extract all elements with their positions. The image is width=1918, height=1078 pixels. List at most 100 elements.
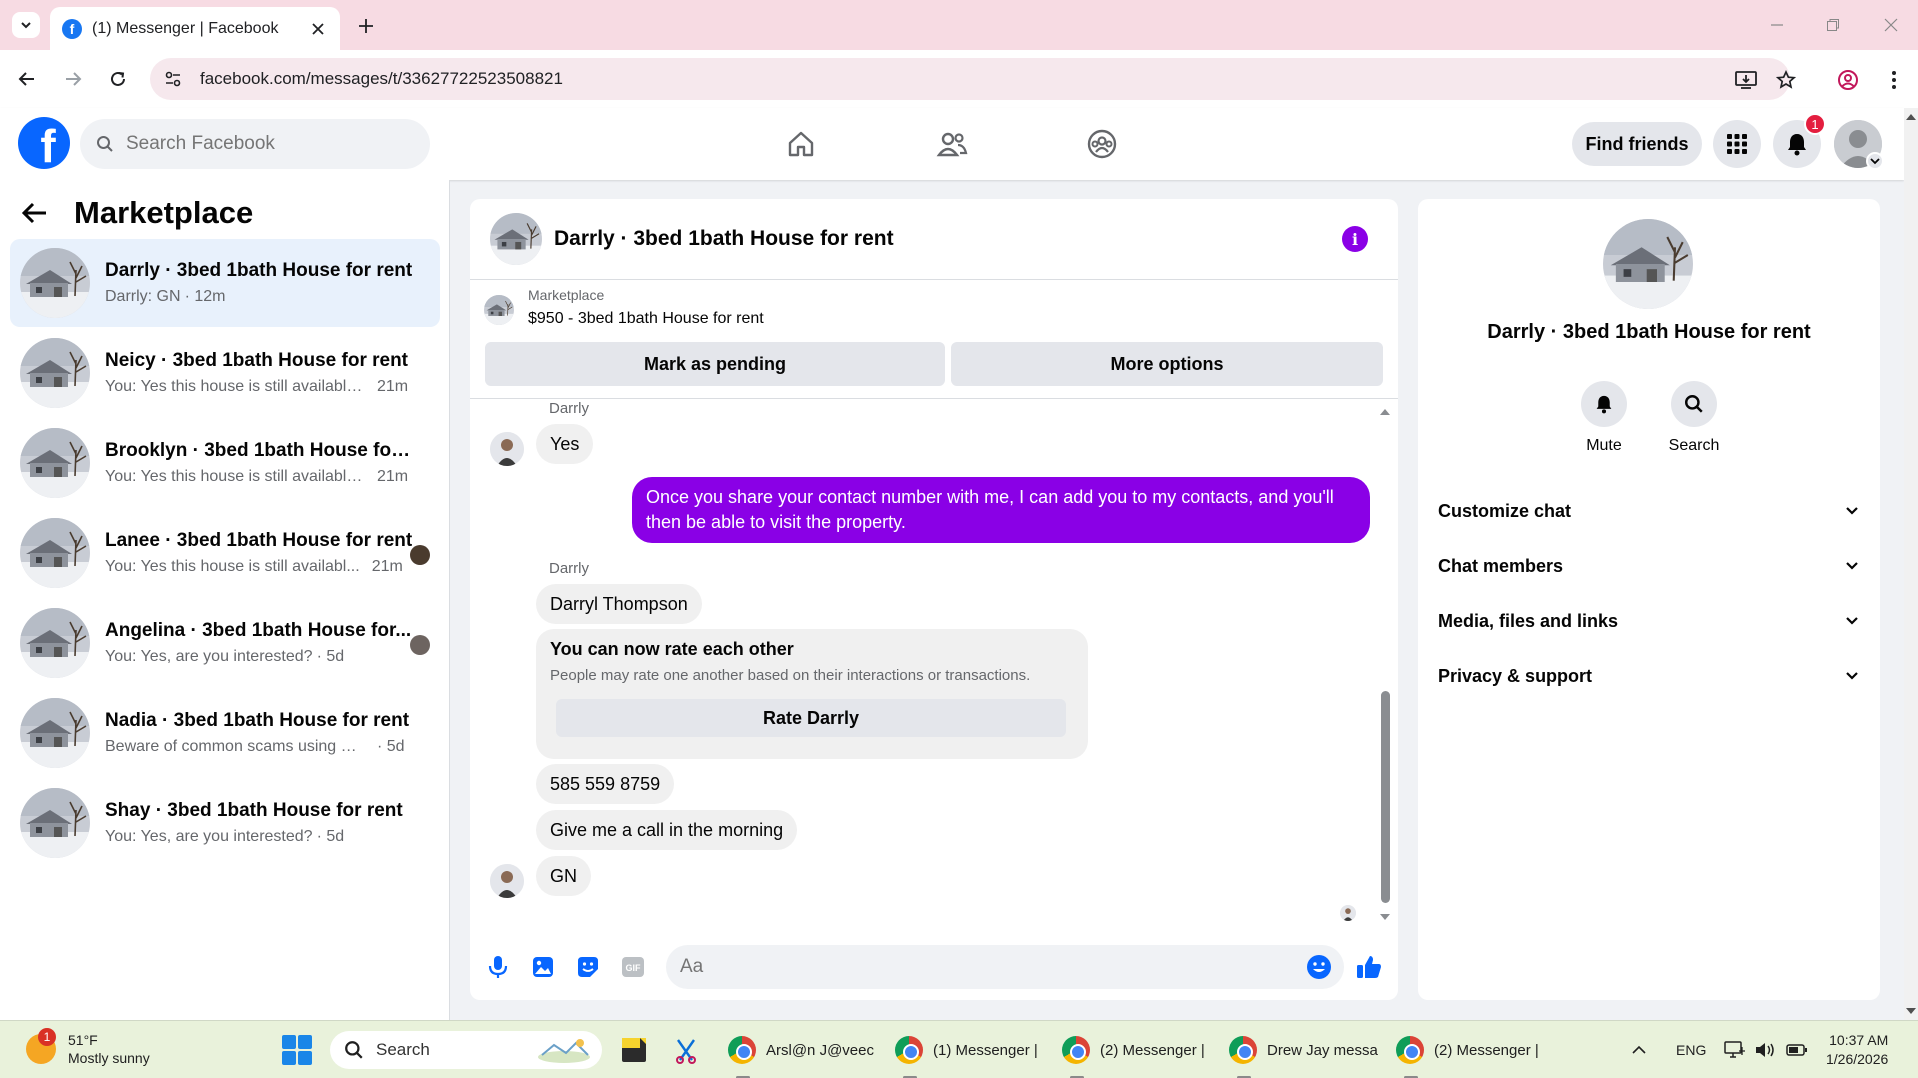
chat-listing-thumbnail[interactable] [490, 213, 542, 265]
search-input[interactable] [126, 133, 406, 155]
bookmark-star-icon[interactable] [1772, 66, 1800, 94]
url-text[interactable]: facebook.com/messages/t/3362772252350882… [200, 69, 563, 89]
weather-widget[interactable]: 1 51°F Mostly sunny [26, 1028, 150, 1067]
svg-text:GIF: GIF [626, 963, 642, 973]
listing-banner[interactable]: Marketplace $950 - 3bed 1bath House for … [484, 287, 764, 328]
search-action[interactable]: Search [1659, 381, 1729, 455]
read-receipt-avatar [410, 545, 430, 565]
conversation-preview: You: Yes, are you interested? [105, 828, 313, 845]
conversation-item[interactable]: Neicy · 3bed 1bath House for rent You: Y… [10, 329, 440, 417]
rate-darrly-button[interactable]: Rate Darrly [556, 699, 1066, 737]
find-friends-button[interactable]: Find friends [1572, 122, 1702, 166]
section-label: Privacy & support [1438, 665, 1593, 686]
install-app-icon[interactable] [1732, 66, 1760, 94]
message-input-box[interactable] [666, 945, 1344, 989]
back-button[interactable] [12, 64, 42, 94]
reload-button[interactable] [103, 64, 133, 94]
scroll-up-icon[interactable] [1378, 407, 1392, 417]
search-icon[interactable] [1671, 381, 1717, 427]
message-input[interactable] [680, 956, 1280, 978]
message-bubble[interactable]: 585 559 8759 [536, 764, 675, 804]
scroll-up-icon[interactable] [1904, 112, 1918, 122]
taskbar-app-chrome[interactable]: (2) Messenger | [1396, 1031, 1539, 1078]
tab-close-icon[interactable] [308, 19, 328, 39]
conversation-preview: Beware of common scams using pay... [105, 738, 365, 755]
info-icon[interactable]: i [1342, 226, 1368, 252]
like-thumbs-up-icon[interactable] [1354, 952, 1384, 982]
microphone-icon[interactable] [483, 952, 513, 982]
snipping-tool-icon[interactable] [672, 1031, 700, 1069]
restore-button[interactable] [1818, 12, 1848, 38]
mute-label: Mute [1586, 437, 1622, 454]
my-message-bubble[interactable]: Once you share your contact number with … [632, 477, 1370, 543]
facebook-logo-icon[interactable]: f [18, 117, 70, 169]
privacy-support-section[interactable]: Privacy & support [1438, 654, 1858, 698]
system-clock[interactable]: 10:37 AM 1/26/2026 [1826, 1031, 1888, 1069]
profile-icon[interactable] [1834, 66, 1862, 94]
taskbar-app-chrome[interactable]: Arsl@n J@veec [728, 1031, 874, 1078]
volume-icon[interactable] [1754, 1021, 1776, 1078]
media-files-links-section[interactable]: Media, files and links [1438, 599, 1858, 643]
conversation-time: · 5d [377, 738, 405, 755]
sticker-icon[interactable] [573, 952, 603, 982]
taskbar-app-chrome[interactable]: Drew Jay messa [1229, 1031, 1378, 1078]
chat-scroll-thumb[interactable] [1381, 691, 1390, 903]
gif-icon[interactable]: GIF [618, 952, 648, 982]
mark-as-pending-button[interactable]: Mark as pending [485, 342, 945, 386]
sticky-notes-icon[interactable] [620, 1031, 648, 1069]
message-bubble[interactable]: Yes [536, 424, 594, 464]
message-bubble[interactable]: Darryl Thompson [536, 584, 702, 624]
facebook-header: f Find friends 1 [0, 108, 1904, 180]
new-tab-button[interactable] [352, 13, 380, 39]
site-info-icon[interactable] [164, 70, 182, 88]
conversation-item[interactable]: Lanee · 3bed 1bath House for rent You: Y… [10, 509, 440, 597]
conversation-item[interactable]: Angelina · 3bed 1bath House for... You: … [10, 599, 440, 687]
message-bubble[interactable]: Give me a call in the morning [536, 810, 798, 850]
address-bar[interactable]: facebook.com/messages/t/3362772252350882… [150, 58, 1790, 100]
browser-toolbar: facebook.com/messages/t/3362772252350882… [0, 50, 1918, 108]
conversation-preview: You: Yes this house is still available f… [105, 378, 365, 395]
scroll-down-icon[interactable] [1904, 1006, 1918, 1016]
conversation-list-pane: Marketplace Darrly · 3bed 1bath House fo… [0, 180, 450, 1020]
taskbar-app-chrome[interactable]: (1) Messenger | [895, 1031, 1038, 1078]
scroll-down-icon[interactable] [1378, 912, 1392, 922]
account-dropdown-icon[interactable] [1866, 152, 1884, 170]
conversation-item[interactable]: Shay · 3bed 1bath House for rent You: Ye… [10, 779, 440, 867]
more-options-button[interactable]: More options [951, 342, 1383, 386]
conversation-item[interactable]: Brooklyn · 3bed 1bath House for r... You… [10, 419, 440, 507]
close-window-button[interactable] [1876, 12, 1906, 38]
network-icon[interactable] [1724, 1021, 1746, 1078]
menu-grid-button[interactable] [1713, 120, 1761, 168]
mute-action[interactable]: Mute [1569, 381, 1639, 455]
friends-nav-icon[interactable] [930, 122, 974, 166]
facebook-search[interactable] [80, 119, 430, 169]
home-nav-icon[interactable] [779, 122, 823, 166]
chat-members-section[interactable]: Chat members [1438, 544, 1858, 588]
customize-chat-section[interactable]: Customize chat [1438, 489, 1858, 533]
taskbar-search[interactable]: Search [330, 1031, 602, 1069]
info-title: Darrly · 3bed 1bath House for rent [1487, 321, 1811, 343]
tab-search-button[interactable] [12, 12, 40, 38]
browser-tab-active[interactable]: f (1) Messenger | Facebook [50, 7, 340, 50]
message-sender: Darrly [549, 560, 589, 577]
page-scrollbar[interactable] [1904, 108, 1918, 1020]
minimize-button[interactable] [1762, 12, 1792, 38]
back-arrow-icon[interactable] [22, 202, 48, 224]
photo-icon[interactable] [528, 952, 558, 982]
battery-icon[interactable] [1786, 1021, 1808, 1078]
language-indicator[interactable]: ENG [1676, 1021, 1706, 1078]
message-bubble[interactable]: GN [536, 856, 591, 896]
bell-icon[interactable] [1581, 381, 1627, 427]
browser-menu-icon[interactable] [1880, 66, 1908, 94]
forward-button[interactable] [58, 64, 88, 94]
emoji-icon[interactable] [1306, 954, 1332, 980]
conversation-item[interactable]: Nadia · 3bed 1bath House for rent Beware… [10, 689, 440, 777]
chat-title[interactable]: Darrly · 3bed 1bath House for rent [554, 227, 894, 251]
taskbar-app-chrome[interactable]: (2) Messenger | [1062, 1031, 1205, 1078]
start-windows-icon[interactable] [282, 1035, 312, 1065]
conversation-item[interactable]: Darrly · 3bed 1bath House for rent Darrl… [10, 239, 440, 327]
show-hidden-icons-button[interactable] [1632, 1021, 1646, 1078]
conversation-time: · 5d [316, 828, 345, 845]
weather-condition: Mostly sunny [68, 1050, 150, 1066]
groups-nav-icon[interactable] [1080, 122, 1124, 166]
